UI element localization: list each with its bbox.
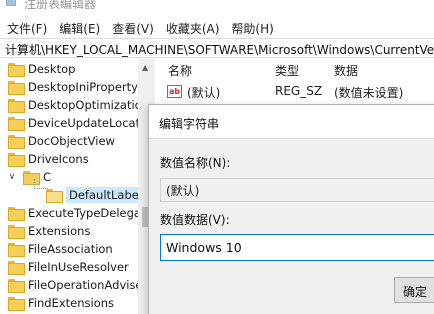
tree-item-deviceupdatelocatio[interactable]: DeviceUpdateLocatio	[8, 114, 150, 132]
tree-item-desktopoptimization[interactable]: DesktopOptimization	[8, 96, 149, 114]
tree-item-driveicons[interactable]: DriveIcons	[8, 150, 89, 168]
value-name: (默认)	[187, 86, 221, 100]
folder-open-icon	[46, 189, 63, 203]
tree-item-label: FileInUseResolver	[28, 260, 129, 274]
scroll-up-arrow-icon[interactable]: ▲	[142, 63, 148, 72]
tree-item-label: FileOperationAdviseS	[28, 278, 150, 292]
folder-icon	[8, 261, 25, 275]
folder-icon	[8, 117, 25, 131]
tree-item-fileinuseresolver[interactable]: FileInUseResolver	[8, 258, 129, 276]
tree-item-desktop[interactable]: Desktop	[8, 60, 75, 78]
folder-icon	[8, 153, 25, 167]
folder-icon	[8, 225, 25, 239]
tree-item-label: DriveIcons	[28, 152, 89, 166]
column-data-header[interactable]: 数据	[334, 62, 358, 79]
value-type: REG_SZ	[275, 84, 323, 98]
menu-help[interactable]: 帮助(H)	[224, 20, 278, 37]
tree-item-desktopinipropertym[interactable]: DesktopIniPropertyM	[8, 78, 148, 96]
folder-icon	[8, 243, 25, 257]
menu-bar: 文件(F) 编辑(E) 查看(V) 收藏夹(A) 帮助(H)	[0, 18, 434, 38]
folder-icon	[8, 135, 25, 149]
menu-file[interactable]: 文件(F)	[0, 20, 52, 37]
ok-button[interactable]: 确定	[394, 277, 434, 303]
chevron-down-icon[interactable]: ∨	[7, 172, 17, 182]
tree-item-executetypedelegate[interactable]: ExecuteTypeDelegate	[8, 204, 153, 222]
tree-item-findextensions[interactable]: FindExtensions	[8, 294, 114, 312]
regedit-app-icon	[6, 0, 16, 6]
value-data-label: 数值数据(V):	[160, 213, 230, 227]
value-name-field: (默认)	[160, 178, 434, 202]
address-bar[interactable]: 计算机\HKEY_LOCAL_MACHINE\SOFTWARE\Microsof…	[0, 38, 434, 58]
tree-item-label: Desktop	[28, 62, 76, 76]
edit-string-dialog: 编辑字符串 数值名称(N): (默认) 数值数据(V): Windows 10 …	[148, 104, 434, 314]
folder-icon	[8, 279, 25, 293]
string-value-icon: ab	[167, 85, 182, 98]
title-bar: 注册表编辑器	[0, 0, 434, 18]
tree-item-docobjectview[interactable]: DocObjectView	[8, 132, 115, 150]
menu-edit[interactable]: 编辑(E)	[52, 20, 105, 37]
tree-item-label: Extensions	[28, 224, 91, 238]
tree-item-fileoperationadvises[interactable]: FileOperationAdviseS	[8, 276, 150, 294]
tree-item-label: DocObjectView	[28, 134, 115, 148]
tree-item-label: FindExtensions	[28, 296, 115, 310]
tree-item-label: DesktopOptimization	[28, 98, 149, 112]
folder-icon	[8, 63, 25, 77]
folder-icon	[8, 297, 25, 311]
values-list-header: 名称 类型 数据	[157, 59, 434, 81]
tree-item-defaultlabel[interactable]: DefaultLabel	[46, 186, 146, 204]
column-type-header[interactable]: 类型	[275, 62, 299, 79]
value-data: (数值未设置)	[334, 86, 404, 100]
tree-item-extensions[interactable]: Extensions	[8, 222, 90, 240]
tree-item-label: DesktopIniPropertyM	[28, 80, 148, 94]
registry-editor-window: 注册表编辑器 文件(F) 编辑(E) 查看(V) 收藏夹(A) 帮助(H) 计算…	[0, 0, 434, 314]
menu-view[interactable]: 查看(V)	[105, 20, 159, 37]
folder-icon	[8, 207, 25, 221]
window-title: 注册表编辑器	[24, 0, 97, 11]
tree-item-label: ExecuteTypeDelegate	[28, 206, 153, 220]
dialog-title: 编辑字符串	[159, 117, 220, 131]
folder-icon	[8, 99, 25, 113]
value-data-input[interactable]: Windows 10	[160, 234, 434, 261]
dialog-body: 数值名称(N): (默认) 数值数据(V): Windows 10 确定	[149, 138, 434, 314]
tree-item-fileassociation[interactable]: FileAssociation	[8, 240, 113, 258]
tree-item-label: DeviceUpdateLocatio	[28, 116, 151, 130]
key-tree: Desktop DesktopIniPropertyM DesktopOptim…	[0, 59, 155, 314]
folder-icon	[8, 81, 25, 95]
value-row-default[interactable]: ab (默认) REG_SZ (数值未设置)	[157, 82, 434, 102]
address-path[interactable]: 计算机\HKEY_LOCAL_MACHINE\SOFTWARE\Microsof…	[5, 41, 434, 58]
menu-favorites[interactable]: 收藏夹(A)	[159, 20, 225, 37]
column-name-header[interactable]: 名称	[168, 62, 192, 79]
tree-item-label: FileAssociation	[28, 242, 113, 256]
value-name-label: 数值名称(N):	[160, 156, 231, 170]
tree-item-label: DefaultLabel	[66, 187, 146, 203]
